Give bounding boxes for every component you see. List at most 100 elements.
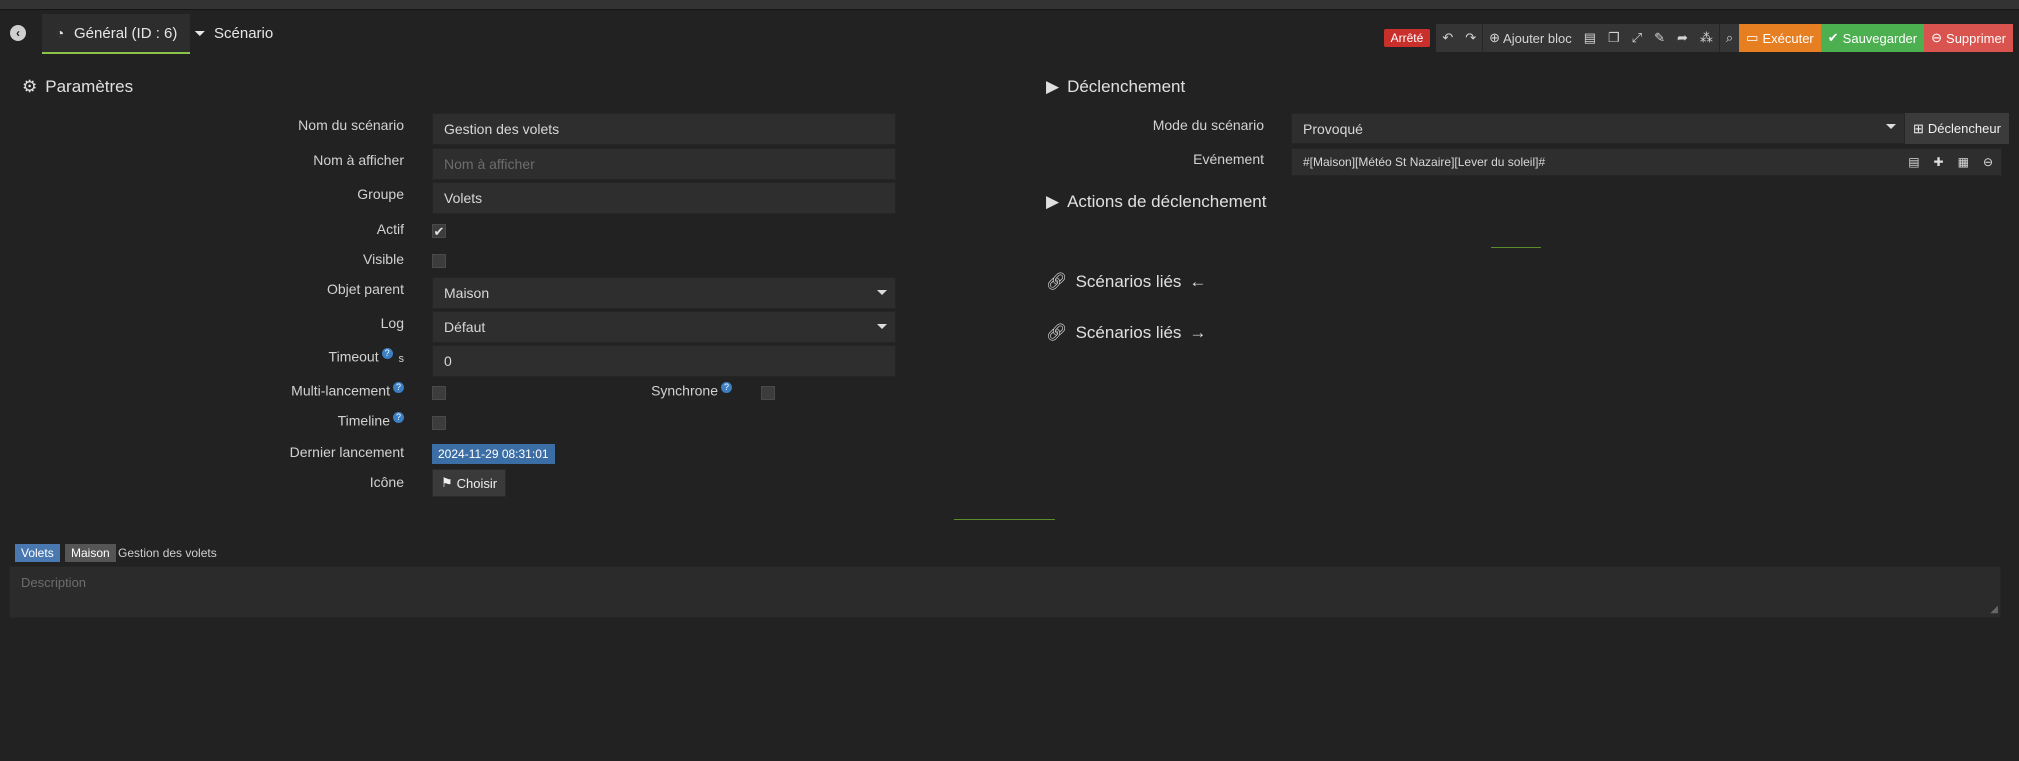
help-icon[interactable]: ?	[393, 382, 404, 393]
check-circle-icon: ✔	[1827, 30, 1839, 45]
group-input[interactable]: Volets	[432, 182, 896, 214]
undo-icon[interactable]: ↶	[1436, 24, 1459, 52]
caret-down-icon	[877, 290, 887, 295]
description-textarea[interactable]: Description ◢	[9, 566, 2001, 618]
parent-label: Objet parent	[326, 281, 404, 297]
delete-label: Supprimer	[1946, 30, 2006, 46]
edit-icon[interactable]: ✎	[1648, 24, 1671, 52]
divider	[1491, 247, 1541, 248]
visible-label: Visible	[363, 251, 404, 267]
expand-icon[interactable]: ⤢	[1626, 24, 1648, 52]
users-cog-icon: ⚙	[22, 77, 38, 96]
actions-section-title: ▶ Actions de déclenchement	[1046, 192, 1266, 212]
actions-title: Actions de déclenchement	[1067, 192, 1267, 211]
group-label: Groupe	[357, 186, 404, 202]
list-icon[interactable]: ▤	[1908, 155, 1919, 169]
log-value: Défaut	[444, 319, 486, 335]
display-name-placeholder: Nom à afficher	[444, 156, 535, 172]
delete-button[interactable]: ⊖ Supprimer	[1924, 24, 2013, 52]
scenario-name-value: Gestion des volets	[444, 121, 560, 137]
multi-launch-label: Multi-lancement?	[291, 382, 404, 399]
display-name-input[interactable]: Nom à afficher	[432, 148, 896, 180]
event-label: Evénement	[1193, 151, 1264, 167]
timeout-input[interactable]: 0	[432, 345, 896, 377]
help-icon[interactable]: ?	[381, 348, 393, 359]
add-block-button[interactable]: ⊕ Ajouter bloc	[1483, 24, 1578, 52]
filter-icon: ⏷	[194, 24, 206, 41]
event-actions: ▤ ✚ ▦ ⊖	[1908, 149, 1997, 175]
mode-select[interactable]: Provoqué	[1291, 113, 1905, 144]
timeout-label: Timeout? s	[329, 348, 404, 365]
event-input[interactable]: #[Maison][Météo St Nazaire][Lever du sol…	[1291, 148, 2002, 176]
flag-icon: ⚑	[441, 475, 453, 490]
icon-label: Icône	[369, 474, 404, 490]
puzzle-icon[interactable]: ✚	[1934, 155, 1944, 169]
timeout-unit: s	[398, 352, 405, 365]
minus-circle-icon[interactable]: ⊖	[1983, 155, 1993, 169]
log-select[interactable]: Défaut	[432, 311, 896, 343]
add-trigger-button[interactable]: ⊞ Déclencheur	[1905, 113, 2009, 144]
active-checkbox[interactable]: ✔	[432, 224, 446, 239]
sync-text: Synchrone	[651, 382, 718, 399]
divider	[954, 519, 1055, 520]
link-icon: 🔗︎	[1046, 323, 1068, 342]
save-label: Sauvegarder	[1842, 30, 1918, 46]
tab-general[interactable]: ◔ Général (ID : 6)	[42, 14, 190, 54]
search-icon[interactable]: ⌕	[1720, 24, 1739, 52]
plus-circle-icon: ⊕	[1489, 30, 1501, 45]
tab-scenario[interactable]: ⏷ Scénario	[182, 14, 292, 52]
trigger-section-title: ▶ Déclenchement	[1046, 77, 1185, 97]
execute-label: Exécuter	[1762, 30, 1814, 46]
trigger-title: Déclenchement	[1067, 77, 1186, 96]
templates-icon[interactable]: ⁂	[1694, 24, 1719, 52]
calculator-icon[interactable]: ▦	[1958, 155, 1969, 169]
help-icon[interactable]: ?	[393, 412, 404, 423]
sync-label: Synchrone?	[651, 382, 732, 399]
resize-handle-icon[interactable]: ◢	[1990, 604, 1998, 615]
minus-circle-icon: ⊖	[1931, 30, 1943, 45]
back-icon[interactable]: ‹	[10, 25, 26, 41]
visible-checkbox[interactable]	[432, 254, 446, 268]
tab-general-label: Général (ID : 6)	[74, 24, 178, 42]
scenario-name-input[interactable]: Gestion des volets	[432, 113, 896, 145]
arrow-right-icon: →	[1189, 323, 1207, 342]
plus-square-icon: ⊞	[1913, 120, 1924, 136]
parent-select[interactable]: Maison	[432, 277, 896, 309]
help-icon[interactable]: ?	[721, 382, 732, 393]
sync-checkbox[interactable]	[761, 386, 775, 400]
share-icon[interactable]: ➦	[1671, 24, 1694, 52]
mode-label: Mode du scénario	[1152, 117, 1264, 133]
choose-icon-button[interactable]: ⚑ Choisir	[432, 469, 507, 497]
params-section-title: ⚙ Paramètres	[22, 77, 133, 97]
mode-value: Provoqué	[1303, 120, 1363, 137]
multi-launch-checkbox[interactable]	[432, 386, 446, 400]
linked-scenarios-in: 🔗︎ Scénarios liés ←	[1046, 272, 1206, 292]
timeline-checkbox[interactable]	[432, 416, 446, 430]
top-strip	[0, 0, 2019, 10]
execute-button[interactable]: ▭ Exécuter	[1739, 24, 1821, 52]
redo-icon[interactable]: ↷	[1459, 24, 1482, 52]
link-icon: 🔗︎	[1046, 272, 1068, 291]
parent-value: Maison	[444, 285, 490, 301]
arrow-left-icon: ←	[1189, 272, 1207, 291]
trigger-button-label: Déclencheur	[1927, 121, 2001, 136]
tag-object: Maison	[65, 544, 116, 562]
name-label: Nom du scénario	[298, 117, 404, 133]
linked-title-in: Scénarios liés	[1075, 272, 1182, 291]
copy-icon[interactable]: ❐	[1602, 24, 1626, 52]
display-name-label: Nom à afficher	[313, 152, 404, 168]
log-icon[interactable]: ▤	[1578, 24, 1602, 52]
choose-label: Choisir	[456, 475, 498, 491]
params-title: Paramètres	[45, 77, 134, 96]
log-label: Log	[380, 315, 404, 331]
dashboard-icon: ◔	[55, 25, 65, 41]
toolbar: Arrêté ↶ ↷ ⊕ Ajouter bloc ▤ ❐ ⤢ ✎ ➦ ⁂ ⌕ …	[1383, 24, 2013, 52]
gamepad-icon: ▭	[1746, 30, 1759, 45]
timeout-label-text: Timeout	[328, 348, 379, 365]
timeout-value: 0	[444, 353, 452, 369]
toolbar-group: ↶ ↷ ⊕ Ajouter bloc ▤ ❐ ⤢ ✎ ➦ ⁂ ⌕	[1436, 24, 1740, 52]
event-value: #[Maison][Météo St Nazaire][Lever du sol…	[1303, 155, 1546, 169]
save-button[interactable]: ✔ Sauvegarder	[1820, 24, 1925, 52]
last-run-label: Dernier lancement	[289, 444, 404, 460]
add-block-label: Ajouter bloc	[1503, 30, 1572, 46]
